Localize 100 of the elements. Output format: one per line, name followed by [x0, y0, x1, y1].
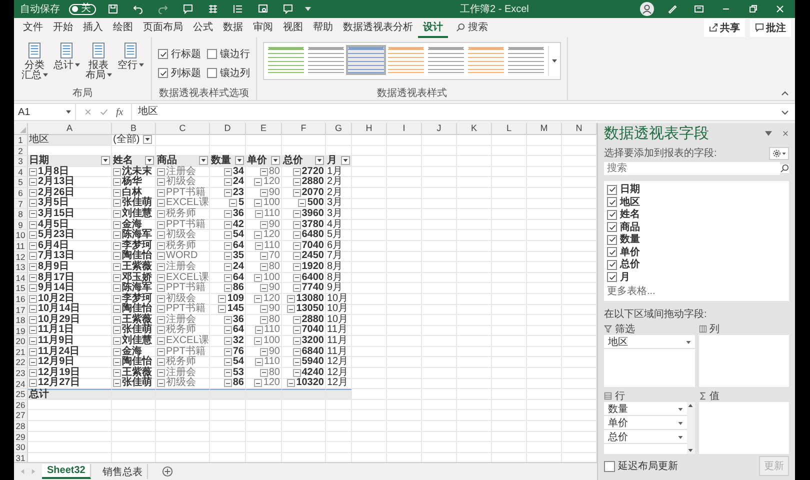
caret-icon[interactable]	[765, 130, 772, 138]
table-style-thumbnail[interactable]	[348, 47, 384, 73]
field-label[interactable]: 数量	[620, 234, 640, 246]
row-header[interactable]: 2	[14, 146, 28, 156]
checkbox[interactable]	[607, 234, 617, 245]
checkbox-label[interactable]: 镶边列	[220, 68, 250, 78]
scroll-down-icon[interactable]	[688, 449, 693, 452]
checkbox[interactable]	[607, 260, 617, 270]
ribbon-tab[interactable]: 绘图	[108, 18, 138, 38]
ribbon-tab[interactable]: 数据	[218, 18, 248, 38]
row-header[interactable]: 23	[14, 368, 28, 379]
row-header[interactable]: 7	[14, 198, 28, 210]
row-header[interactable]: 14	[14, 272, 28, 284]
row-header[interactable]: 9	[14, 220, 28, 230]
layout-button[interactable]: 分类汇总	[20, 39, 49, 88]
filter-dropdown-button[interactable]	[199, 156, 208, 166]
row-header[interactable]: 17	[14, 304, 28, 316]
field-label[interactable]: 单价	[620, 246, 640, 258]
layout-button[interactable]: 报表布局	[84, 39, 113, 88]
row-header[interactable]: 8	[14, 209, 28, 220]
row-header[interactable]: 26	[14, 400, 28, 410]
column-header[interactable]: F	[282, 123, 326, 135]
column-header[interactable]: C	[156, 123, 210, 135]
ribbon-tab[interactable]: 帮助	[308, 18, 338, 38]
column-header[interactable]: G	[326, 123, 352, 135]
insert-function-button[interactable]: fx	[116, 106, 124, 118]
field-label[interactable]: 姓名	[620, 209, 640, 220]
checkbox-label[interactable]: 镶边行	[220, 48, 250, 60]
cancel-icon[interactable]	[84, 108, 92, 116]
filter-dropdown-button[interactable]	[101, 156, 110, 166]
column-header[interactable]: D	[210, 123, 246, 135]
area-field[interactable]: 地区	[604, 336, 694, 349]
undo-icon[interactable]	[133, 4, 143, 14]
field-label[interactable]: 总价	[620, 259, 640, 270]
search-field[interactable]: 搜索	[604, 162, 780, 176]
checkbox-label[interactable]: 列标题	[171, 68, 201, 78]
ribbon-tab[interactable]: 视图	[278, 18, 308, 38]
column-header[interactable]: L	[492, 123, 527, 135]
ribbon-tab[interactable]: 公式	[188, 18, 218, 38]
ribbon-tab[interactable]: 页面布局	[138, 18, 188, 38]
ribbon-tab[interactable]: 审阅	[248, 18, 278, 38]
row-header[interactable]: 12	[14, 252, 28, 262]
style-gallery[interactable]	[263, 42, 561, 80]
checkbox-label[interactable]: 延迟布局更新	[618, 460, 678, 472]
checkbox[interactable]	[607, 272, 617, 282]
row-header[interactable]: 13	[14, 262, 28, 273]
column-header[interactable]: J	[422, 123, 457, 135]
pen-icon[interactable]	[667, 4, 677, 14]
filter-dropdown-button[interactable]	[271, 156, 280, 166]
sheet-tab[interactable]: Sheet32	[42, 464, 92, 479]
field-label[interactable]: 商品	[620, 222, 640, 233]
add-sheet-icon[interactable]	[162, 466, 174, 477]
row-header[interactable]: 21	[14, 346, 28, 358]
row-header[interactable]: 25	[14, 389, 28, 400]
table-icon[interactable]	[208, 4, 218, 14]
checkbox[interactable]	[607, 210, 617, 220]
checkbox[interactable]	[607, 247, 617, 258]
row-header[interactable]: 24	[14, 378, 28, 390]
row-header[interactable]: 15	[14, 283, 28, 294]
sheet-tab[interactable]: 销售总表	[97, 464, 148, 479]
redo-icon[interactable]	[158, 4, 168, 14]
layout-button[interactable]: 空行	[116, 39, 145, 88]
row-header[interactable]: 5	[14, 177, 28, 188]
checkbox[interactable]	[158, 49, 168, 59]
checkbox[interactable]	[607, 222, 617, 232]
image-icon[interactable]	[258, 4, 268, 14]
list-icon[interactable]	[233, 4, 243, 14]
row-header[interactable]: 4	[14, 166, 28, 178]
filter-dropdown-button[interactable]	[142, 135, 152, 144]
checkbox[interactable]	[607, 184, 617, 195]
layout-button[interactable]: 总计	[52, 39, 81, 88]
row-header[interactable]: 28	[14, 421, 28, 432]
filter-dropdown-button[interactable]	[145, 156, 154, 166]
collapse-ribbon-icon[interactable]	[781, 91, 789, 96]
ribbon-tab[interactable]: 数据透视表分析	[338, 18, 418, 38]
search-input[interactable]: 搜索	[468, 22, 512, 33]
row-header[interactable]: 29	[14, 432, 28, 442]
field-label[interactable]: 月	[620, 272, 630, 283]
column-header[interactable]: E	[246, 123, 282, 135]
row-header[interactable]: 30	[14, 442, 28, 453]
table-style-thumbnail[interactable]	[388, 47, 424, 73]
row-header[interactable]: 10	[14, 230, 28, 241]
drop-area[interactable]: 地区	[604, 335, 694, 387]
filter-dropdown-button[interactable]	[315, 156, 324, 166]
row-header[interactable]: 3	[14, 156, 28, 167]
filter-dropdown-button[interactable]	[235, 156, 244, 166]
row-header[interactable]: 11	[14, 240, 28, 252]
row-header[interactable]: 1	[14, 135, 28, 146]
ribbon-display-icon[interactable]	[694, 4, 704, 14]
comment-icon[interactable]	[283, 4, 293, 14]
row-header[interactable]: 19	[14, 326, 28, 336]
row-header[interactable]: 18	[14, 315, 28, 326]
column-header[interactable]: K	[457, 123, 492, 135]
row-header[interactable]: 22	[14, 357, 28, 368]
row-header[interactable]: 6	[14, 188, 28, 199]
row-header[interactable]: 27	[14, 410, 28, 422]
name-box[interactable]: A1	[14, 104, 76, 120]
caret-icon[interactable]	[305, 7, 311, 11]
expand-icon[interactable]	[781, 110, 789, 114]
filter-dropdown-button[interactable]	[341, 156, 350, 166]
